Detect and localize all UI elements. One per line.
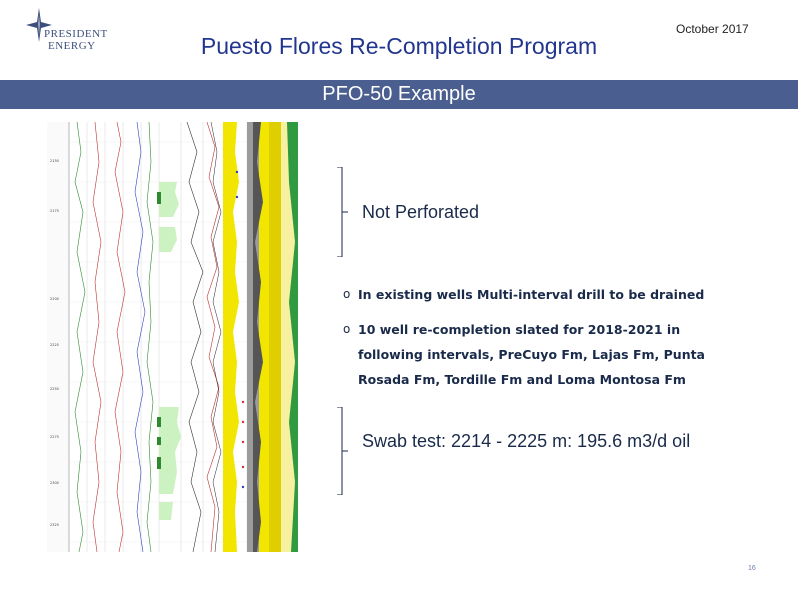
svg-text:2250: 2250 (50, 387, 59, 391)
bullet-item: o In existing wells Multi-interval drill… (343, 282, 743, 307)
well-log-image: 2150 2175 2200 2225 2250 2275 2300 2325 (47, 122, 298, 552)
svg-text:2300: 2300 (50, 481, 59, 485)
svg-text:2325: 2325 (50, 523, 59, 527)
bullet-marker: o (343, 287, 351, 301)
svg-text:2200: 2200 (50, 297, 59, 301)
not-perforated-label: Not Perforated (362, 202, 480, 222)
slide-title: Puesto Flores Re-Completion Program (200, 33, 598, 59)
svg-text:2275: 2275 (50, 435, 59, 439)
bullet-marker: o (343, 322, 351, 336)
svg-text:2150: 2150 (50, 159, 59, 163)
bullet-text: 10 well re-completion slated for 2018-20… (358, 322, 705, 387)
banner-text: PFO-50 Example (322, 83, 476, 105)
swab-test-label: Swab test: 2214 - 2225 m: 195.6 m3/d oil (362, 431, 691, 451)
svg-text:2175: 2175 (50, 209, 59, 213)
bullet-list: o In existing wells Multi-interval drill… (343, 282, 743, 402)
not-perforated-bracket (337, 167, 348, 257)
swab-test-bracket (337, 407, 348, 495)
section-banner: PFO-50 Example (0, 80, 798, 109)
bullet-item: o 10 well re-completion slated for 2018-… (343, 317, 743, 392)
page-number: 16 (748, 565, 756, 572)
bullet-text: In existing wells Multi-interval drill t… (358, 287, 705, 302)
svg-text:2225: 2225 (50, 343, 59, 347)
